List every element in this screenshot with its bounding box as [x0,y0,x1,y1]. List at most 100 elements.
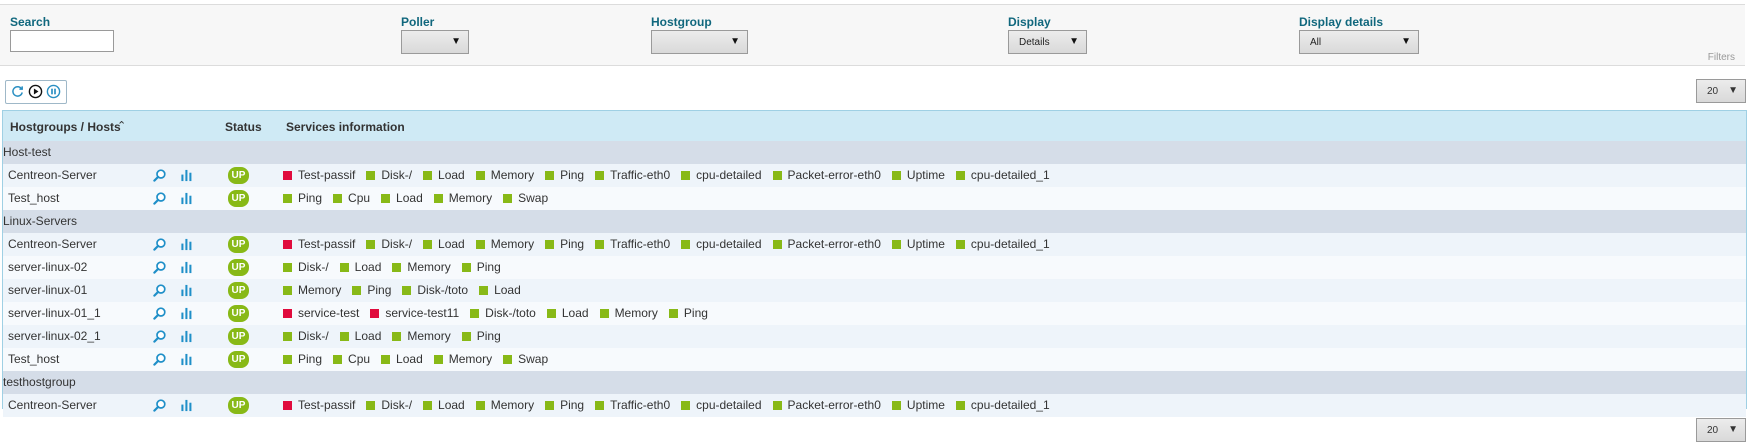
service-item[interactable]: Memory [475,237,534,251]
service-item[interactable]: Disk-/ [283,260,329,274]
display-details-select[interactable]: All ▼ [1299,30,1419,54]
search-detail-icon[interactable] [153,307,166,320]
service-item[interactable]: Cpu [333,352,370,366]
sort-asc-icon[interactable]: ⌃ [117,119,126,132]
service-item[interactable]: Traffic-eth0 [595,398,670,412]
service-item[interactable]: Disk-/toto [402,283,468,297]
service-item[interactable]: Load [546,306,589,320]
service-item[interactable]: Memory [392,329,451,343]
play-icon[interactable] [28,84,43,99]
bar-chart-icon[interactable] [180,261,193,274]
service-item[interactable]: Swap [503,191,548,205]
search-detail-icon[interactable] [153,399,166,412]
service-item[interactable]: Memory [475,398,534,412]
service-item[interactable]: Load [381,191,423,205]
hostgroup-select[interactable]: ▼ [651,30,748,54]
service-item[interactable]: Packet-error-eth0 [772,398,881,412]
host-name-link[interactable]: server-linux-01_1 [8,306,101,320]
service-item[interactable]: Load [423,168,465,182]
pause-icon[interactable] [46,84,61,99]
search-detail-icon[interactable] [153,261,166,274]
search-detail-icon[interactable] [153,238,166,251]
service-item[interactable]: Uptime [891,398,945,412]
service-item[interactable]: Disk-/ [366,237,412,251]
service-item[interactable]: Uptime [891,168,945,182]
service-item[interactable]: Test-passif [283,168,355,182]
service-item[interactable]: Ping [352,283,391,297]
search-detail-icon[interactable] [153,353,166,366]
service-item[interactable]: Memory [283,283,341,297]
hostgroup-name[interactable]: Host-test [3,145,51,159]
service-item[interactable]: Packet-error-eth0 [772,237,881,251]
bar-chart-icon[interactable] [180,284,193,297]
service-item[interactable]: Ping [461,260,501,274]
service-item[interactable]: cpu-detailed_1 [955,168,1050,182]
service-item[interactable]: Ping [545,237,584,251]
service-item[interactable]: Disk-/toto [470,306,536,320]
display-select[interactable]: Details ▼ [1008,30,1087,54]
service-item[interactable]: Load [479,283,521,297]
service-item[interactable]: Swap [503,352,548,366]
hostgroup-name[interactable]: Linux-Servers [3,214,77,228]
search-detail-icon[interactable] [153,330,166,343]
service-item[interactable]: Ping [283,352,322,366]
service-item[interactable]: Traffic-eth0 [595,237,670,251]
service-item[interactable]: Memory [392,260,451,274]
search-detail-icon[interactable] [153,169,166,182]
column-header-hosts[interactable]: Hostgroups / Hosts [10,120,121,134]
service-item[interactable]: Packet-error-eth0 [772,168,881,182]
service-item[interactable]: Load [381,352,423,366]
service-item[interactable]: Test-passif [283,398,355,412]
service-item[interactable]: Cpu [333,191,370,205]
bar-chart-icon[interactable] [180,307,193,320]
service-item[interactable]: cpu-detailed_1 [955,237,1050,251]
bar-chart-icon[interactable] [180,353,193,366]
service-item[interactable]: Load [339,260,381,274]
bar-chart-icon[interactable] [180,169,193,182]
service-item[interactable]: Test-passif [283,237,355,251]
service-item[interactable]: service-test11 [370,306,459,320]
service-item[interactable]: Memory [599,306,658,320]
service-item[interactable]: Ping [668,306,708,320]
service-item[interactable]: cpu-detailed [681,168,762,182]
poller-select[interactable]: ▼ [401,30,469,54]
hostgroup-name[interactable]: testhostgroup [3,375,76,389]
host-name-link[interactable]: Test_host [8,352,59,366]
host-name-link[interactable]: Test_host [8,191,59,205]
host-name-link[interactable]: server-linux-02 [8,260,87,274]
service-item[interactable]: Memory [475,168,534,182]
bar-chart-icon[interactable] [180,399,193,412]
service-item[interactable]: Ping [545,168,584,182]
service-item[interactable]: Memory [433,352,492,366]
per-page-select-bottom[interactable]: 20 ▼ [1696,418,1746,442]
service-item[interactable]: Traffic-eth0 [595,168,670,182]
service-item[interactable]: Ping [283,191,322,205]
service-item[interactable]: cpu-detailed [681,398,762,412]
service-item[interactable]: Uptime [891,237,945,251]
host-name-link[interactable]: Centreon-Server [8,237,97,251]
service-item[interactable]: Memory [433,191,492,205]
service-item[interactable]: cpu-detailed [681,237,762,251]
service-item[interactable]: Load [423,398,465,412]
service-item[interactable]: cpu-detailed_1 [955,398,1050,412]
bar-chart-icon[interactable] [180,192,193,205]
host-name-link[interactable]: Centreon-Server [8,168,97,182]
search-input[interactable] [10,30,114,52]
service-item[interactable]: Ping [461,329,501,343]
service-item[interactable]: service-test [283,306,359,320]
service-item[interactable]: Load [423,237,465,251]
per-page-select-top[interactable]: 20 ▼ [1696,79,1746,103]
service-item[interactable]: Load [339,329,381,343]
service-item[interactable]: Ping [545,398,584,412]
bar-chart-icon[interactable] [180,238,193,251]
search-detail-icon[interactable] [153,192,166,205]
host-name-link[interactable]: server-linux-01 [8,283,87,297]
filters-toggle[interactable]: Filters [1708,52,1735,63]
refresh-icon[interactable] [10,84,25,99]
service-item[interactable]: Disk-/ [366,168,412,182]
search-detail-icon[interactable] [153,284,166,297]
host-name-link[interactable]: server-linux-02_1 [8,329,101,343]
host-name-link[interactable]: Centreon-Server [8,398,97,412]
service-item[interactable]: Disk-/ [283,329,329,343]
bar-chart-icon[interactable] [180,330,193,343]
